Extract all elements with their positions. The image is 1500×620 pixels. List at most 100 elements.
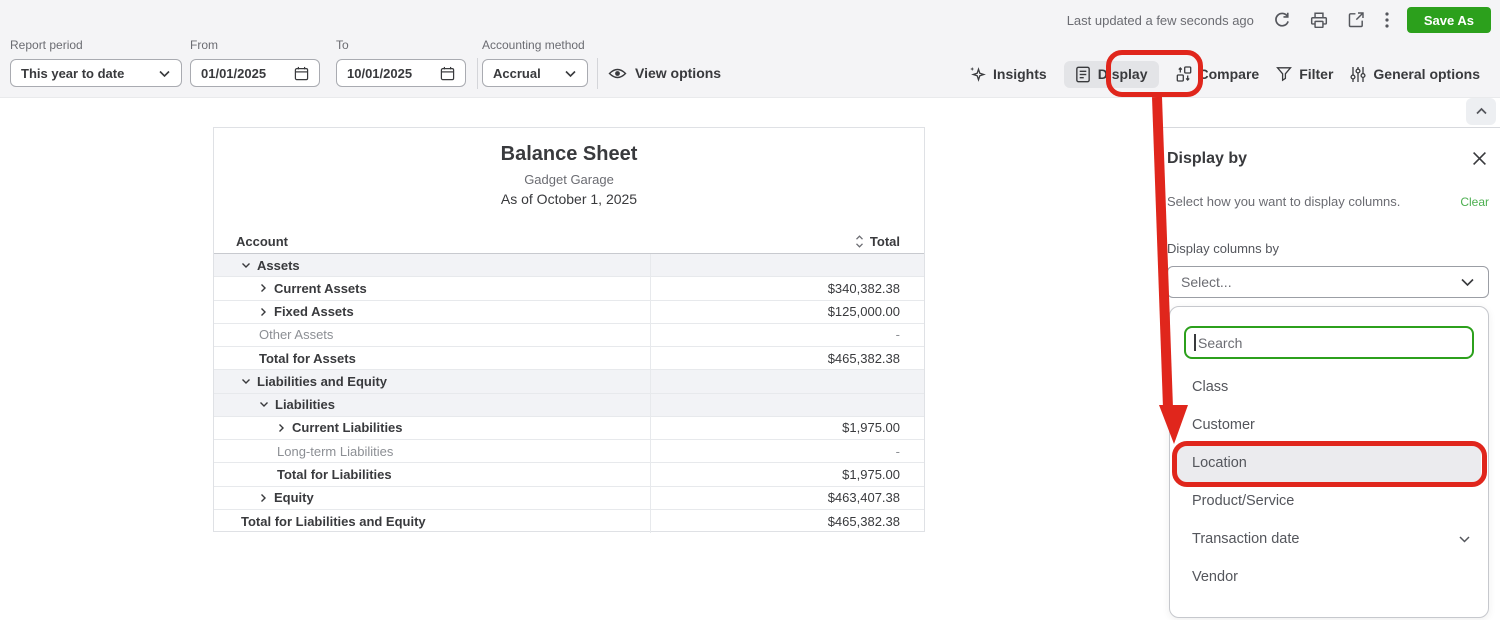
- accounting-method-select[interactable]: Accrual: [482, 59, 588, 87]
- row-value: $125,000.00: [827, 304, 900, 320]
- close-icon: [1472, 151, 1487, 166]
- report-period-select[interactable]: This year to date: [10, 59, 182, 87]
- more-options-button[interactable]: [1382, 9, 1392, 31]
- row-value: [651, 394, 924, 416]
- table-row[interactable]: Fixed Assets $125,000.00: [214, 300, 924, 324]
- sliders-icon: [1350, 66, 1366, 83]
- chevron-down-icon: [564, 69, 577, 78]
- table-row[interactable]: Liabilities and Equity: [214, 370, 924, 394]
- to-date-group: To 10/01/2025: [336, 38, 466, 87]
- option-class[interactable]: Class: [1170, 368, 1488, 406]
- top-bar: Last updated a few seconds ago Save As R…: [0, 0, 1500, 98]
- chevron-down-icon: [259, 400, 269, 409]
- text-cursor: [1194, 334, 1196, 351]
- collapse-panel-button[interactable]: [1466, 98, 1496, 125]
- print-button[interactable]: [1308, 9, 1330, 31]
- row-label: Long-term Liabilities: [277, 443, 394, 459]
- to-label: To: [336, 38, 349, 52]
- divider: [597, 58, 598, 89]
- row-label: Current Liabilities: [292, 420, 403, 436]
- accounting-method-value: Accrual: [493, 65, 541, 81]
- row-value: -: [895, 327, 900, 343]
- close-panel-button[interactable]: [1470, 149, 1489, 168]
- panel-title: Display by: [1167, 149, 1248, 167]
- funnel-icon: [1276, 66, 1293, 82]
- view-options-button[interactable]: View options: [608, 65, 721, 81]
- row-label: Current Assets: [274, 280, 367, 296]
- row-label: Liabilities and Equity: [257, 373, 388, 389]
- display-columns-by-label: Display columns by: [1167, 241, 1279, 256]
- option-vendor[interactable]: Vendor: [1170, 558, 1488, 596]
- chevron-down-icon: [158, 69, 171, 78]
- from-date-field[interactable]: 01/01/2025: [190, 59, 320, 87]
- chevron-down-icon: [241, 261, 251, 270]
- option-location[interactable]: Location: [1177, 444, 1481, 482]
- calendar-icon: [294, 66, 309, 81]
- row-value: $1,975.00: [842, 420, 900, 436]
- refresh-button[interactable]: [1271, 9, 1293, 31]
- top-actions: Last updated a few seconds ago Save As: [1067, 7, 1491, 33]
- display-button[interactable]: Display: [1063, 60, 1159, 88]
- option-customer[interactable]: Customer: [1170, 406, 1488, 444]
- display-label: Display: [1097, 66, 1148, 82]
- row-label: Liabilities: [275, 397, 335, 413]
- option-product-service[interactable]: Product/Service: [1170, 482, 1488, 520]
- row-value: -: [895, 443, 900, 459]
- report-period-group: Report period This year to date: [10, 38, 182, 87]
- calendar-icon: [440, 66, 455, 81]
- general-options-button[interactable]: General options: [1350, 66, 1480, 83]
- display-by-panel: Display by Select how you want to displa…: [1157, 127, 1500, 620]
- compare-button[interactable]: Compare: [1176, 66, 1260, 82]
- report-company: Gadget Garage: [524, 172, 614, 187]
- row-label: Assets: [257, 257, 300, 273]
- insights-button[interactable]: Insights: [969, 66, 1047, 83]
- last-updated-text: Last updated a few seconds ago: [1066, 12, 1254, 28]
- table-header-row: Account Total: [214, 229, 924, 254]
- refresh-icon: [1273, 11, 1291, 29]
- save-as-button[interactable]: Save As: [1406, 7, 1491, 33]
- table-row[interactable]: Assets: [214, 254, 924, 278]
- insights-label: Insights: [993, 66, 1047, 82]
- row-label: Total for Liabilities: [277, 466, 392, 482]
- panel-subtitle: Select how you want to display columns.: [1167, 194, 1401, 209]
- chevron-right-icon: [277, 423, 286, 433]
- export-icon: [1347, 11, 1365, 29]
- option-label: Transaction date: [1192, 531, 1300, 547]
- compare-label: Compare: [1198, 66, 1260, 82]
- row-value: $465,382.38: [827, 350, 900, 366]
- filter-button[interactable]: Filter: [1276, 66, 1333, 82]
- chevron-right-icon: [259, 307, 268, 317]
- table-row: Long-term Liabilities -: [214, 440, 924, 464]
- export-button[interactable]: [1345, 9, 1367, 31]
- to-date-field[interactable]: 10/01/2025: [336, 59, 466, 87]
- report-period-value: This year to date: [21, 65, 125, 81]
- table-row[interactable]: Liabilities: [214, 393, 924, 417]
- divider: [477, 58, 478, 89]
- chevron-right-icon: [259, 493, 268, 503]
- option-transaction-date[interactable]: Transaction date: [1170, 520, 1488, 558]
- account-column-header: Account: [236, 233, 288, 249]
- display-columns-dropdown: Class Customer Location Product/Service …: [1169, 306, 1489, 618]
- row-label: Other Assets: [259, 327, 334, 343]
- display-columns-select[interactable]: Select...: [1167, 266, 1489, 298]
- from-label: From: [190, 38, 218, 52]
- row-value: [651, 254, 924, 276]
- from-date-group: From 01/01/2025: [190, 38, 320, 87]
- table-row: Total for Liabilities $1,975.00: [214, 463, 924, 487]
- row-value: $465,382.38: [827, 513, 900, 529]
- general-options-label: General options: [1373, 66, 1480, 82]
- accounting-method-group: Accounting method Accrual: [482, 38, 588, 87]
- table-row[interactable]: Current Liabilities $1,975.00: [214, 416, 924, 440]
- eye-icon: [608, 67, 627, 80]
- search-input[interactable]: [1184, 326, 1474, 359]
- table-row[interactable]: Equity $463,407.38: [214, 486, 924, 510]
- clear-button[interactable]: Clear: [1460, 195, 1489, 209]
- row-label: Total for Liabilities and Equity: [241, 513, 426, 529]
- sparkle-icon: [969, 66, 986, 83]
- total-column-header[interactable]: Total: [651, 234, 924, 249]
- row-label: Total for Assets: [259, 350, 356, 366]
- table-row[interactable]: Current Assets $340,382.38: [214, 277, 924, 301]
- row-value: [651, 370, 924, 392]
- row-label: Fixed Assets: [274, 304, 354, 320]
- from-date-value: 01/01/2025: [201, 65, 267, 81]
